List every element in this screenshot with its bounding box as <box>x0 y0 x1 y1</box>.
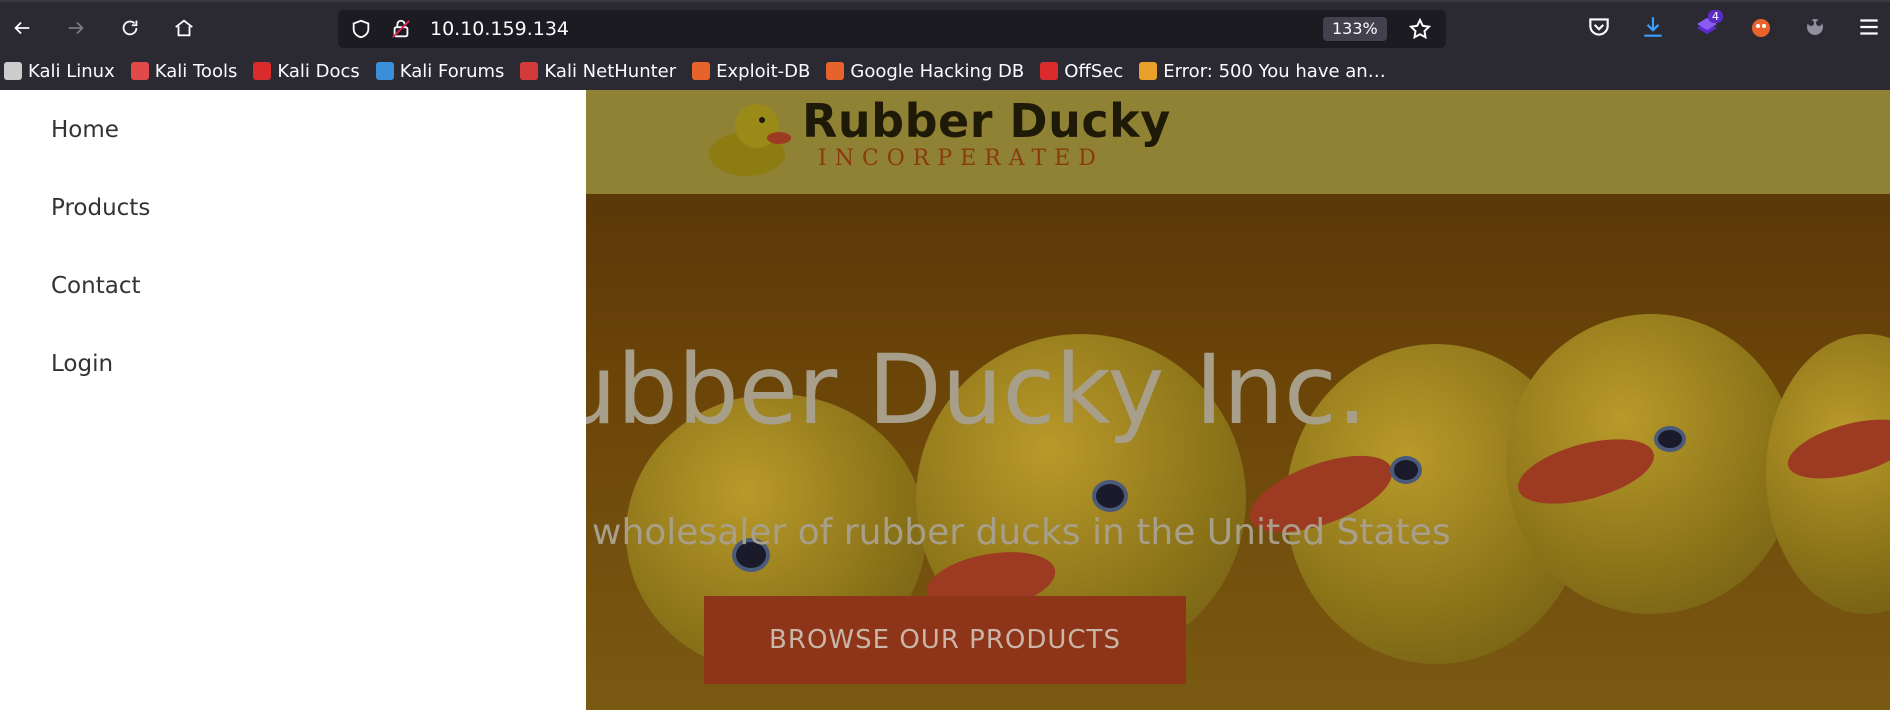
sidebar-item-home[interactable]: Home <box>51 117 119 143</box>
duck-eye <box>1658 430 1682 448</box>
browser-toolbar: 10.10.159.134 133% 4 <box>0 0 1890 52</box>
menu-hamburger-icon[interactable] <box>1856 14 1882 40</box>
bookmark-item[interactable]: Error: 500 You have an… <box>1139 61 1386 82</box>
duck-eye <box>1394 460 1418 480</box>
duck-eye <box>1096 484 1124 508</box>
bookmark-label: Google Hacking DB <box>850 60 1025 82</box>
download-icon[interactable] <box>1640 14 1666 40</box>
ghdb-icon <box>826 62 845 80</box>
bookmark-item[interactable]: Kali Tools <box>130 60 238 82</box>
site-header: Rubber Ducky INCORPERATED <box>586 90 1890 194</box>
sidebar-menu: Home Products Contact Login <box>0 90 586 710</box>
browse-products-button[interactable]: BROWSE OUR PRODUCTS <box>704 596 1186 684</box>
bookmark-label: Kali Linux <box>28 60 115 82</box>
url-text[interactable]: 10.10.159.134 <box>430 17 569 41</box>
bookmark-item[interactable]: Kali Linux <box>4 61 115 82</box>
bookmark-item[interactable]: Google Hacking DB <box>826 61 1024 82</box>
pocket-icon[interactable] <box>1586 14 1612 40</box>
back-button[interactable] <box>8 14 36 42</box>
extension-badge-count: 4 <box>1708 10 1723 23</box>
logo-subtitle: INCORPERATED <box>818 146 1104 171</box>
duck-logo-icon[interactable] <box>707 98 795 178</box>
forward-button[interactable] <box>62 14 90 42</box>
hero-section: ubber Ducky Inc. wholesaler of rubber du… <box>586 194 1890 710</box>
web-page: Rubber Ducky INCORPERATED ubber Ducky In… <box>0 90 1890 710</box>
foxyproxy-icon[interactable] <box>1748 14 1774 40</box>
bookmark-label: Kali Docs <box>277 60 360 82</box>
bookmark-label: OffSec <box>1064 60 1124 82</box>
sidebar-item-products[interactable]: Products <box>51 195 150 221</box>
bookmark-item[interactable]: Kali NetHunter <box>520 61 676 82</box>
joomla-icon <box>1139 62 1158 80</box>
bookmark-label: Error: 500 You have an… <box>1163 60 1386 82</box>
bookmark-item[interactable]: Kali Forums <box>375 60 505 82</box>
kali-docs-icon <box>253 62 272 80</box>
bookmark-item[interactable]: OffSec <box>1040 61 1123 82</box>
extensions-puzzle-icon[interactable] <box>1802 14 1828 40</box>
kali-tools-icon <box>130 62 149 80</box>
kali-forums-icon <box>375 62 394 80</box>
bookmarks-bar: Kali Linux Kali Tools Kali Docs Kali Forums… <box>0 52 1890 90</box>
home-icon <box>175 19 193 37</box>
bookmark-item[interactable]: Exploit-DB <box>692 61 810 82</box>
arrow-right-icon <box>68 21 84 35</box>
bookmark-label: Kali Forums <box>399 60 505 82</box>
reload-button[interactable] <box>116 14 144 42</box>
logo-title[interactable]: Rubber Ducky <box>802 94 1171 148</box>
insecure-lock-icon[interactable] <box>390 18 412 40</box>
sidebar-item-contact[interactable]: Contact <box>51 273 140 299</box>
kali-nethunter-icon <box>520 62 539 80</box>
bookmark-label: Kali Tools <box>154 60 238 82</box>
hero-title: ubber Ducky Inc. <box>586 334 1368 446</box>
bookmark-label: Exploit-DB <box>716 60 811 82</box>
kali-dragon-icon <box>4 62 22 80</box>
bookmark-star-icon[interactable] <box>1408 17 1432 41</box>
home-button[interactable] <box>170 14 198 42</box>
bookmark-item[interactable]: Kali Docs <box>253 60 360 82</box>
bookmark-label: Kali NetHunter <box>544 60 677 82</box>
shield-icon[interactable] <box>350 18 372 40</box>
reload-icon <box>122 20 138 36</box>
sidebar-item-login[interactable]: Login <box>51 351 113 377</box>
exploit-db-icon <box>692 62 711 80</box>
address-bar[interactable]: 10.10.159.134 133% <box>338 10 1446 48</box>
offsec-icon <box>1040 62 1059 80</box>
extension-badge-icon[interactable]: 4 <box>1694 10 1723 40</box>
arrow-left-icon <box>14 21 30 35</box>
zoom-indicator[interactable]: 133% <box>1323 17 1387 41</box>
hero-subtitle: wholesaler of rubber ducks in the United… <box>592 512 1451 553</box>
